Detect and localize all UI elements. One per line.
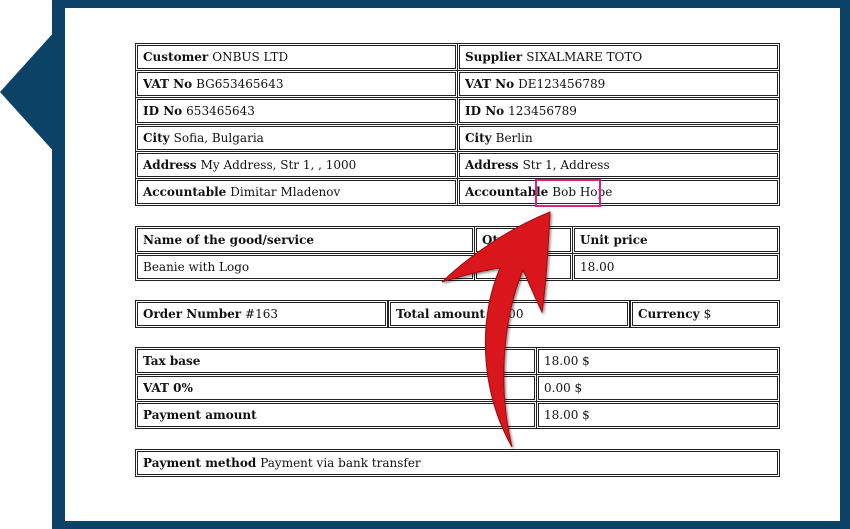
annotation-arrow-icon bbox=[441, 211, 551, 448]
